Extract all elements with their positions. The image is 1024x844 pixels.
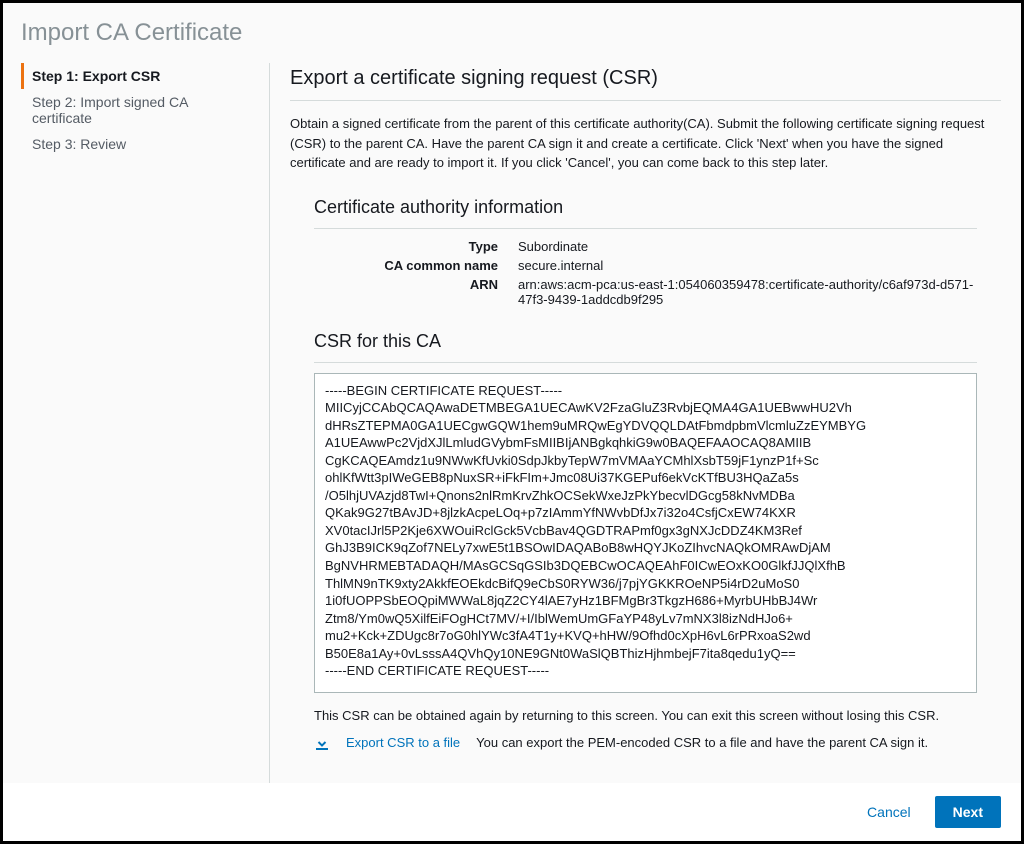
csr-textarea[interactable]: [314, 373, 977, 693]
content-area: Import CA Certificate Step 1: Export CSR…: [3, 3, 1021, 783]
type-value: Subordinate: [518, 239, 977, 254]
app-frame: Import CA Certificate Step 1: Export CSR…: [0, 0, 1024, 844]
next-button[interactable]: Next: [935, 796, 1001, 828]
wizard-footer: Cancel Next: [3, 783, 1021, 841]
export-row: Export CSR to a file You can export the …: [314, 735, 977, 751]
step-label: Step 1: Export CSR: [32, 68, 160, 84]
main-panel: Export a certificate signing request (CS…: [269, 63, 1001, 783]
page-title: Import CA Certificate: [21, 19, 1001, 47]
type-label: Type: [314, 239, 498, 254]
wizard-steps: Step 1: Export CSR Step 2: Import signed…: [21, 63, 269, 783]
ca-info-section: Certificate authority information Type S…: [290, 197, 1001, 331]
csr-note: This CSR can be obtained again by return…: [314, 708, 977, 723]
export-csr-link[interactable]: Export CSR to a file: [346, 735, 460, 750]
cancel-button[interactable]: Cancel: [857, 796, 921, 828]
export-desc: You can export the PEM-encoded CSR to a …: [476, 735, 928, 750]
arn-value: arn:aws:acm-pca:us-east-1:054060359478:c…: [518, 277, 977, 307]
section-heading-export-csr: Export a certificate signing request (CS…: [290, 63, 1001, 101]
step-1-export-csr[interactable]: Step 1: Export CSR: [21, 63, 249, 89]
common-name-value: secure.internal: [518, 258, 977, 273]
csr-section: CSR for this CA This CSR can be obtained…: [290, 331, 1001, 751]
common-name-label: CA common name: [314, 258, 498, 273]
intro-text: Obtain a signed certificate from the par…: [290, 114, 1001, 173]
arn-label: ARN: [314, 277, 498, 307]
download-icon: [314, 735, 330, 751]
csr-heading: CSR for this CA: [314, 331, 977, 363]
step-2-import-signed[interactable]: Step 2: Import signed CA certificate: [21, 89, 249, 131]
step-label: Step 2: Import signed CA certificate: [32, 94, 188, 126]
step-label: Step 3: Review: [32, 136, 126, 152]
ca-info-heading: Certificate authority information: [314, 197, 977, 229]
ca-info-table: Type Subordinate CA common name secure.i…: [314, 239, 977, 331]
columns: Step 1: Export CSR Step 2: Import signed…: [21, 63, 1001, 783]
step-3-review[interactable]: Step 3: Review: [21, 131, 249, 157]
